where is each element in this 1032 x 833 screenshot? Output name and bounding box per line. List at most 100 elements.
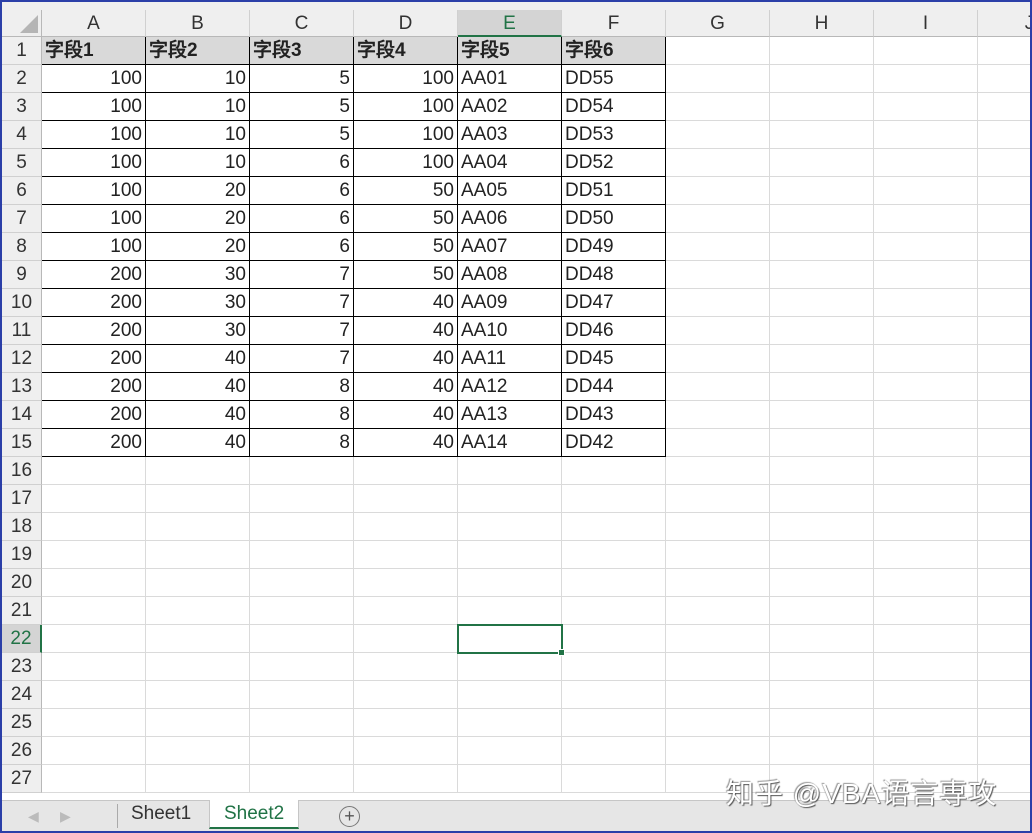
cell[interactable] — [874, 653, 978, 681]
header-cell[interactable]: 字段2 — [146, 37, 250, 65]
column-header-j[interactable]: J — [978, 10, 1030, 37]
data-cell[interactable]: 100 — [42, 65, 146, 93]
data-cell[interactable]: AA04 — [458, 149, 562, 177]
row-header-3[interactable]: 3 — [2, 93, 42, 121]
data-cell[interactable]: DD49 — [562, 233, 666, 261]
data-cell[interactable]: 50 — [354, 177, 458, 205]
data-cell[interactable]: 20 — [146, 205, 250, 233]
data-cell[interactable]: DD51 — [562, 177, 666, 205]
cell[interactable] — [562, 597, 666, 625]
cell[interactable] — [562, 457, 666, 485]
column-header-i[interactable]: I — [874, 10, 978, 37]
cell[interactable] — [666, 653, 770, 681]
cell[interactable] — [978, 625, 1030, 653]
data-cell[interactable]: DD55 — [562, 65, 666, 93]
cell[interactable] — [354, 709, 458, 737]
select-all-button[interactable] — [2, 10, 42, 37]
row-header-10[interactable]: 10 — [2, 289, 42, 317]
cell[interactable] — [250, 765, 354, 793]
cell[interactable] — [978, 177, 1030, 205]
cell[interactable] — [458, 709, 562, 737]
data-cell[interactable]: DD54 — [562, 93, 666, 121]
row-header-7[interactable]: 7 — [2, 205, 42, 233]
cell[interactable] — [770, 653, 874, 681]
cell[interactable] — [42, 737, 146, 765]
row-header-17[interactable]: 17 — [2, 485, 42, 513]
data-cell[interactable]: AA06 — [458, 205, 562, 233]
data-cell[interactable]: 40 — [354, 429, 458, 457]
cell[interactable] — [874, 541, 978, 569]
row-header-13[interactable]: 13 — [2, 373, 42, 401]
data-cell[interactable]: AA03 — [458, 121, 562, 149]
cell[interactable] — [250, 597, 354, 625]
cell[interactable] — [770, 709, 874, 737]
data-cell[interactable]: 200 — [42, 317, 146, 345]
cell[interactable] — [666, 177, 770, 205]
cell[interactable] — [42, 485, 146, 513]
cell[interactable] — [874, 65, 978, 93]
row-header-25[interactable]: 25 — [2, 709, 42, 737]
cell[interactable] — [770, 597, 874, 625]
data-cell[interactable]: AA14 — [458, 429, 562, 457]
cell[interactable] — [562, 485, 666, 513]
row-header-1[interactable]: 1 — [2, 37, 42, 65]
data-cell[interactable]: 40 — [146, 429, 250, 457]
cell[interactable] — [978, 597, 1030, 625]
cell[interactable] — [354, 597, 458, 625]
data-cell[interactable]: DD46 — [562, 317, 666, 345]
cell[interactable] — [874, 625, 978, 653]
data-cell[interactable]: AA13 — [458, 401, 562, 429]
cell[interactable] — [666, 317, 770, 345]
cell[interactable] — [874, 737, 978, 765]
data-cell[interactable]: AA09 — [458, 289, 562, 317]
data-cell[interactable]: 7 — [250, 289, 354, 317]
cell[interactable] — [978, 261, 1030, 289]
data-cell[interactable]: 30 — [146, 261, 250, 289]
row-header-12[interactable]: 12 — [2, 345, 42, 373]
next-sheet-icon[interactable]: ▶ — [60, 808, 71, 825]
cell[interactable] — [42, 681, 146, 709]
cell[interactable] — [978, 401, 1030, 429]
data-cell[interactable]: AA07 — [458, 233, 562, 261]
cell[interactable] — [250, 569, 354, 597]
cell[interactable] — [770, 205, 874, 233]
data-cell[interactable]: 50 — [354, 261, 458, 289]
cell[interactable] — [666, 681, 770, 709]
cell[interactable] — [146, 569, 250, 597]
cell[interactable] — [666, 121, 770, 149]
data-cell[interactable]: 5 — [250, 93, 354, 121]
prev-sheet-icon[interactable]: ◀ — [28, 808, 39, 825]
cell[interactable] — [354, 653, 458, 681]
cell[interactable] — [146, 653, 250, 681]
row-header-2[interactable]: 2 — [2, 65, 42, 93]
cell[interactable] — [978, 233, 1030, 261]
data-cell[interactable]: 100 — [354, 149, 458, 177]
data-cell[interactable]: 200 — [42, 373, 146, 401]
column-header-b[interactable]: B — [146, 10, 250, 37]
row-header-8[interactable]: 8 — [2, 233, 42, 261]
header-cell[interactable]: 字段3 — [250, 37, 354, 65]
data-cell[interactable]: 5 — [250, 65, 354, 93]
data-cell[interactable]: 6 — [250, 177, 354, 205]
cell[interactable] — [666, 93, 770, 121]
cell[interactable] — [770, 373, 874, 401]
cell[interactable] — [146, 709, 250, 737]
data-cell[interactable]: 200 — [42, 429, 146, 457]
cell[interactable] — [42, 765, 146, 793]
row-header-9[interactable]: 9 — [2, 261, 42, 289]
cell[interactable] — [978, 37, 1030, 65]
data-cell[interactable]: AA02 — [458, 93, 562, 121]
cell[interactable] — [666, 149, 770, 177]
cell[interactable] — [770, 149, 874, 177]
cell[interactable] — [666, 625, 770, 653]
cell[interactable] — [874, 37, 978, 65]
data-cell[interactable]: 40 — [146, 373, 250, 401]
cell[interactable] — [874, 93, 978, 121]
cell[interactable] — [146, 457, 250, 485]
cell[interactable] — [666, 429, 770, 457]
data-cell[interactable]: 10 — [146, 121, 250, 149]
tab-sheet1[interactable]: Sheet1 — [117, 800, 205, 829]
cell[interactable] — [978, 513, 1030, 541]
data-cell[interactable]: 100 — [354, 65, 458, 93]
row-header-5[interactable]: 5 — [2, 149, 42, 177]
